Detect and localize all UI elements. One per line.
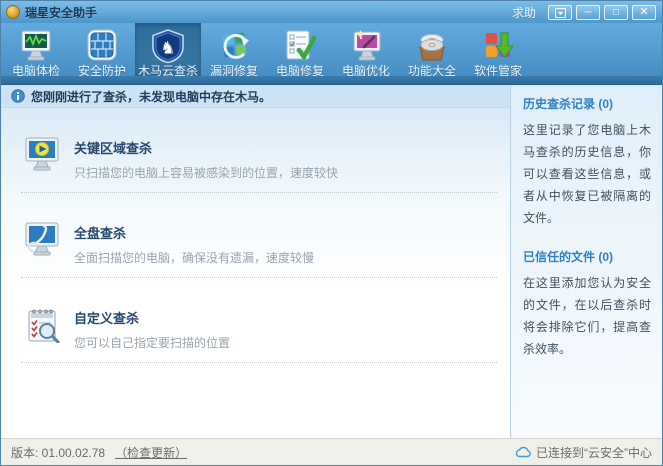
cloud-icon: [515, 446, 531, 458]
version-label: 版本: 01.00.02.78: [11, 444, 105, 461]
toolbar-item-label: 功能大全: [408, 64, 456, 78]
full-disk-scan-icon: [23, 222, 61, 263]
scan-option-desc: 只扫描您的电脑上容易被感染到的位置，速度较快: [74, 164, 338, 181]
divider: [21, 362, 497, 363]
help-link[interactable]: 求助: [512, 4, 536, 21]
boxed-arrow-icon: [555, 8, 566, 18]
scan-option-title: 关键区域查杀: [74, 138, 338, 157]
toolbar-item-label: 电脑体检: [12, 64, 60, 78]
scan-option-desc: 您可以自己指定要扫描的位置: [74, 334, 230, 351]
toolbar-item-computer-repair[interactable]: 电脑修复: [267, 23, 333, 84]
minimize-button[interactable]: ─: [576, 5, 600, 20]
computer-optimize-icon: [348, 28, 384, 64]
scan-option-text: 关键区域查杀 只扫描您的电脑上容易被感染到的位置，速度较快: [74, 137, 338, 181]
trusted-files-link[interactable]: 已信任的文件 (0): [523, 248, 651, 265]
software-manager-icon: [480, 28, 516, 64]
sidebar-section-trusted: 已信任的文件 (0) 在这里添加您认为安全的文件，在以后查杀时将会排除它们，提高…: [523, 248, 651, 360]
svg-text:♞: ♞: [160, 39, 175, 58]
toolbar-item-label: 安全防护: [78, 64, 126, 78]
sidebar: 历史查杀记录 (0) 这里记录了您电脑上木马查杀的历史信息，你可以查看这些信息，…: [510, 85, 662, 438]
computer-repair-icon: [282, 28, 318, 64]
key-area-scan-icon: [23, 137, 61, 178]
features-icon: [414, 28, 450, 64]
vulnerability-fix-icon: [216, 28, 252, 64]
cloud-status-text: 已连接到“云安全”中心: [536, 444, 652, 461]
toolbar-item-features[interactable]: 功能大全: [399, 23, 465, 84]
toolbar-item-trojan-cloud-scan[interactable]: ♞ 木马云查杀: [135, 23, 201, 84]
toolbar-item-label: 漏洞修复: [210, 64, 258, 78]
scan-option-title: 自定义查杀: [74, 308, 230, 327]
sidebar-section-history: 历史查杀记录 (0) 这里记录了您电脑上木马查杀的历史信息，你可以查看这些信息，…: [523, 95, 651, 229]
main-panel: 您刚刚进行了查杀，未发现电脑中存在木马。: [1, 85, 510, 438]
scan-option-custom[interactable]: 自定义查杀 您可以自己指定要扫描的位置: [1, 278, 510, 362]
scan-option-desc: 全面扫描您的电脑，确保没有遗漏，速度较慢: [74, 249, 314, 266]
window-title: 瑞星安全助手: [25, 4, 97, 21]
info-icon: [11, 89, 25, 103]
scan-option-text: 全盘查杀 全面扫描您的电脑，确保没有遗漏，速度较慢: [74, 222, 314, 266]
toolbar-item-label: 电脑优化: [342, 64, 390, 78]
scan-option-full-disk[interactable]: 全盘查杀 全面扫描您的电脑，确保没有遗漏，速度较慢: [1, 193, 510, 277]
history-records-desc: 这里记录了您电脑上木马查杀的历史信息，你可以查看这些信息，或者从中恢复已被隔离的…: [523, 119, 651, 229]
main-toolbar: 电脑体检 安全防护: [1, 23, 662, 85]
check-update-link[interactable]: （检查更新）: [115, 444, 187, 461]
close-button[interactable]: ✕: [632, 5, 656, 20]
toolbar-item-label: 软件管家: [474, 64, 522, 78]
toolbar-item-label: 木马云查杀: [138, 64, 198, 78]
toolbar-item-label: 电脑修复: [276, 64, 324, 78]
maximize-button[interactable]: □: [604, 5, 628, 20]
scan-options-list: 关键区域查杀 只扫描您的电脑上容易被感染到的位置，速度较快: [1, 108, 510, 438]
scan-option-title: 全盘查杀: [74, 223, 314, 242]
app-window: 瑞星安全助手 求助 ─ □ ✕: [0, 0, 663, 466]
titlebar: 瑞星安全助手 求助 ─ □ ✕: [1, 1, 662, 23]
toolbar-item-vulnerability-fix[interactable]: 漏洞修复: [201, 23, 267, 84]
trusted-files-desc: 在这里添加您认为安全的文件，在以后查杀时将会排除它们，提高查杀效率。: [523, 272, 651, 360]
custom-scan-icon: [23, 307, 61, 348]
scan-option-text: 自定义查杀 您可以自己指定要扫描的位置: [74, 307, 230, 351]
app-body: 您刚刚进行了查杀，未发现电脑中存在木马。: [1, 85, 662, 438]
history-records-link[interactable]: 历史查杀记录 (0): [523, 95, 651, 112]
scan-result-notice: 您刚刚进行了查杀，未发现电脑中存在木马。: [1, 85, 510, 108]
trojan-cloud-scan-icon: ♞: [150, 28, 186, 64]
cloud-status: 已连接到“云安全”中心: [515, 444, 652, 461]
firewall-icon: [84, 28, 120, 64]
toolbar-item-firewall[interactable]: 安全防护: [69, 23, 135, 84]
notice-text: 您刚刚进行了查杀，未发现电脑中存在木马。: [31, 88, 271, 105]
toolbar-item-computer-optimize[interactable]: 电脑优化: [333, 23, 399, 84]
titlebar-controls: 求助 ─ □ ✕: [512, 4, 656, 21]
computer-checkup-icon: [18, 28, 54, 64]
toolbar-item-computer-checkup[interactable]: 电脑体检: [3, 23, 69, 84]
statusbar: 版本: 01.00.02.78 （检查更新） 已连接到“云安全”中心: [1, 438, 662, 465]
toolbar-item-software-manager[interactable]: 软件管家: [465, 23, 531, 84]
menu-button[interactable]: [548, 5, 572, 20]
app-logo-icon: [6, 5, 20, 19]
scan-option-key-area[interactable]: 关键区域查杀 只扫描您的电脑上容易被感染到的位置，速度较快: [1, 108, 510, 192]
